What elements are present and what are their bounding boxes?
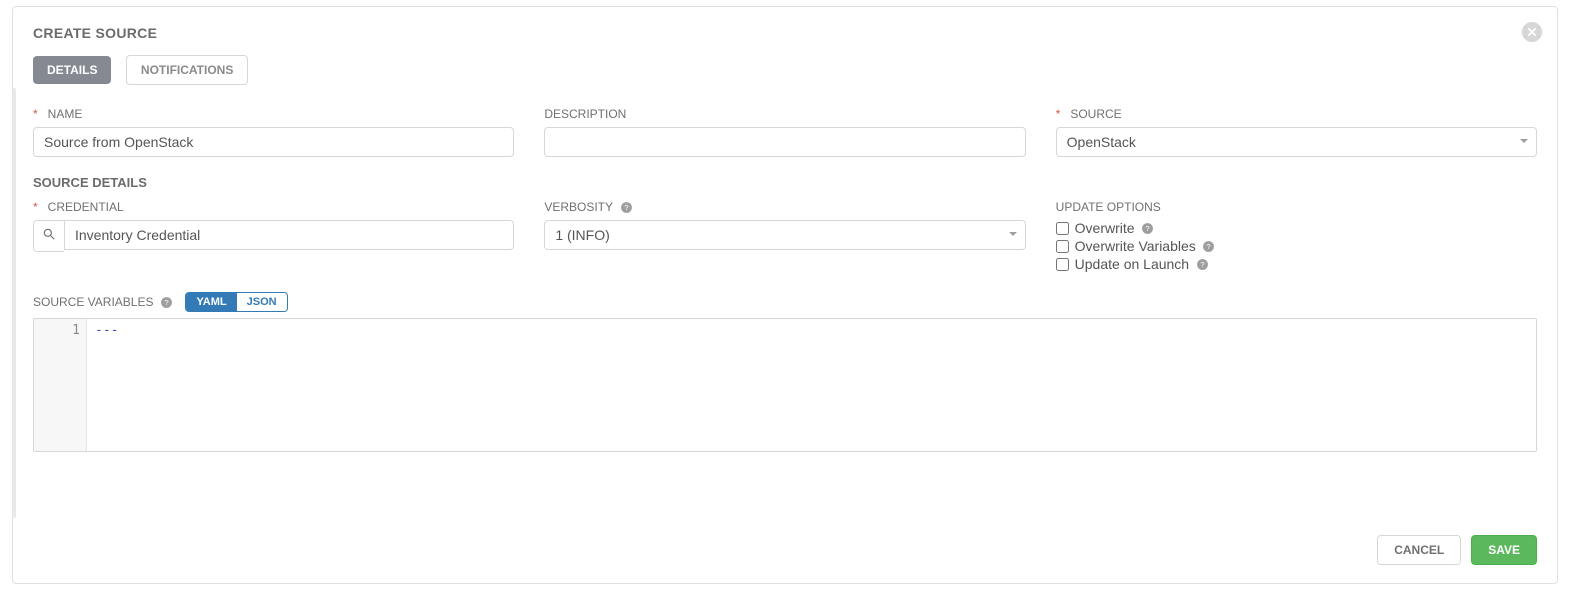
update-on-launch-checkbox[interactable] bbox=[1056, 258, 1069, 271]
create-source-panel: CREATE SOURCE DETAILS NOTIFICATIONS *NAM… bbox=[12, 6, 1558, 584]
cancel-button[interactable]: CANCEL bbox=[1377, 535, 1461, 565]
overwrite-option: Overwrite ? bbox=[1056, 220, 1537, 236]
name-input[interactable] bbox=[33, 127, 514, 157]
close-icon[interactable] bbox=[1521, 21, 1543, 43]
source-select[interactable] bbox=[1056, 127, 1537, 157]
overwrite-checkbox[interactable] bbox=[1056, 222, 1069, 235]
help-icon[interactable]: ? bbox=[1141, 221, 1155, 235]
search-icon bbox=[42, 227, 56, 246]
description-input[interactable] bbox=[544, 127, 1025, 157]
update-on-launch-text: Update on Launch bbox=[1075, 256, 1189, 272]
tabs: DETAILS NOTIFICATIONS bbox=[33, 55, 1537, 85]
editor-code[interactable]: --- bbox=[87, 319, 1536, 451]
svg-text:?: ? bbox=[1200, 260, 1204, 269]
description-label: DESCRIPTION bbox=[544, 107, 1025, 121]
overwrite-variables-option: Overwrite Variables ? bbox=[1056, 238, 1537, 254]
source-label: *SOURCE bbox=[1056, 107, 1537, 121]
svg-text:?: ? bbox=[1145, 224, 1149, 233]
credential-lookup-button[interactable] bbox=[33, 220, 64, 252]
source-variables-label: SOURCE VARIABLES ? bbox=[33, 295, 173, 309]
overwrite-text: Overwrite bbox=[1075, 220, 1135, 236]
svg-text:?: ? bbox=[624, 203, 628, 212]
overwrite-variables-checkbox[interactable] bbox=[1056, 240, 1069, 253]
save-button[interactable]: SAVE bbox=[1471, 535, 1537, 565]
svg-text:?: ? bbox=[164, 298, 168, 307]
overwrite-variables-text: Overwrite Variables bbox=[1075, 238, 1196, 254]
name-label: *NAME bbox=[33, 107, 514, 121]
help-icon[interactable]: ? bbox=[619, 200, 633, 214]
left-accent-bar bbox=[12, 88, 16, 518]
update-options-label: UPDATE OPTIONS bbox=[1056, 200, 1537, 214]
source-variables-editor[interactable]: 1 --- bbox=[33, 318, 1537, 452]
editor-gutter: 1 bbox=[34, 319, 87, 451]
source-details-header: SOURCE DETAILS bbox=[33, 175, 1537, 190]
yaml-toggle[interactable]: YAML bbox=[186, 293, 236, 311]
tab-details[interactable]: DETAILS bbox=[33, 56, 111, 84]
credential-label: *CREDENTIAL bbox=[33, 200, 514, 214]
panel-title: CREATE SOURCE bbox=[33, 25, 1537, 41]
verbosity-label: VERBOSITY ? bbox=[544, 200, 1025, 214]
update-on-launch-option: Update on Launch ? bbox=[1056, 256, 1537, 272]
credential-input[interactable] bbox=[64, 220, 514, 250]
help-icon[interactable]: ? bbox=[159, 295, 173, 309]
help-icon[interactable]: ? bbox=[1195, 257, 1209, 271]
tab-notifications[interactable]: NOTIFICATIONS bbox=[126, 55, 248, 85]
help-icon[interactable]: ? bbox=[1202, 239, 1216, 253]
verbosity-select[interactable] bbox=[544, 220, 1025, 250]
json-toggle[interactable]: JSON bbox=[237, 293, 287, 311]
svg-text:?: ? bbox=[1207, 242, 1211, 251]
format-toggle: YAML JSON bbox=[185, 292, 287, 312]
